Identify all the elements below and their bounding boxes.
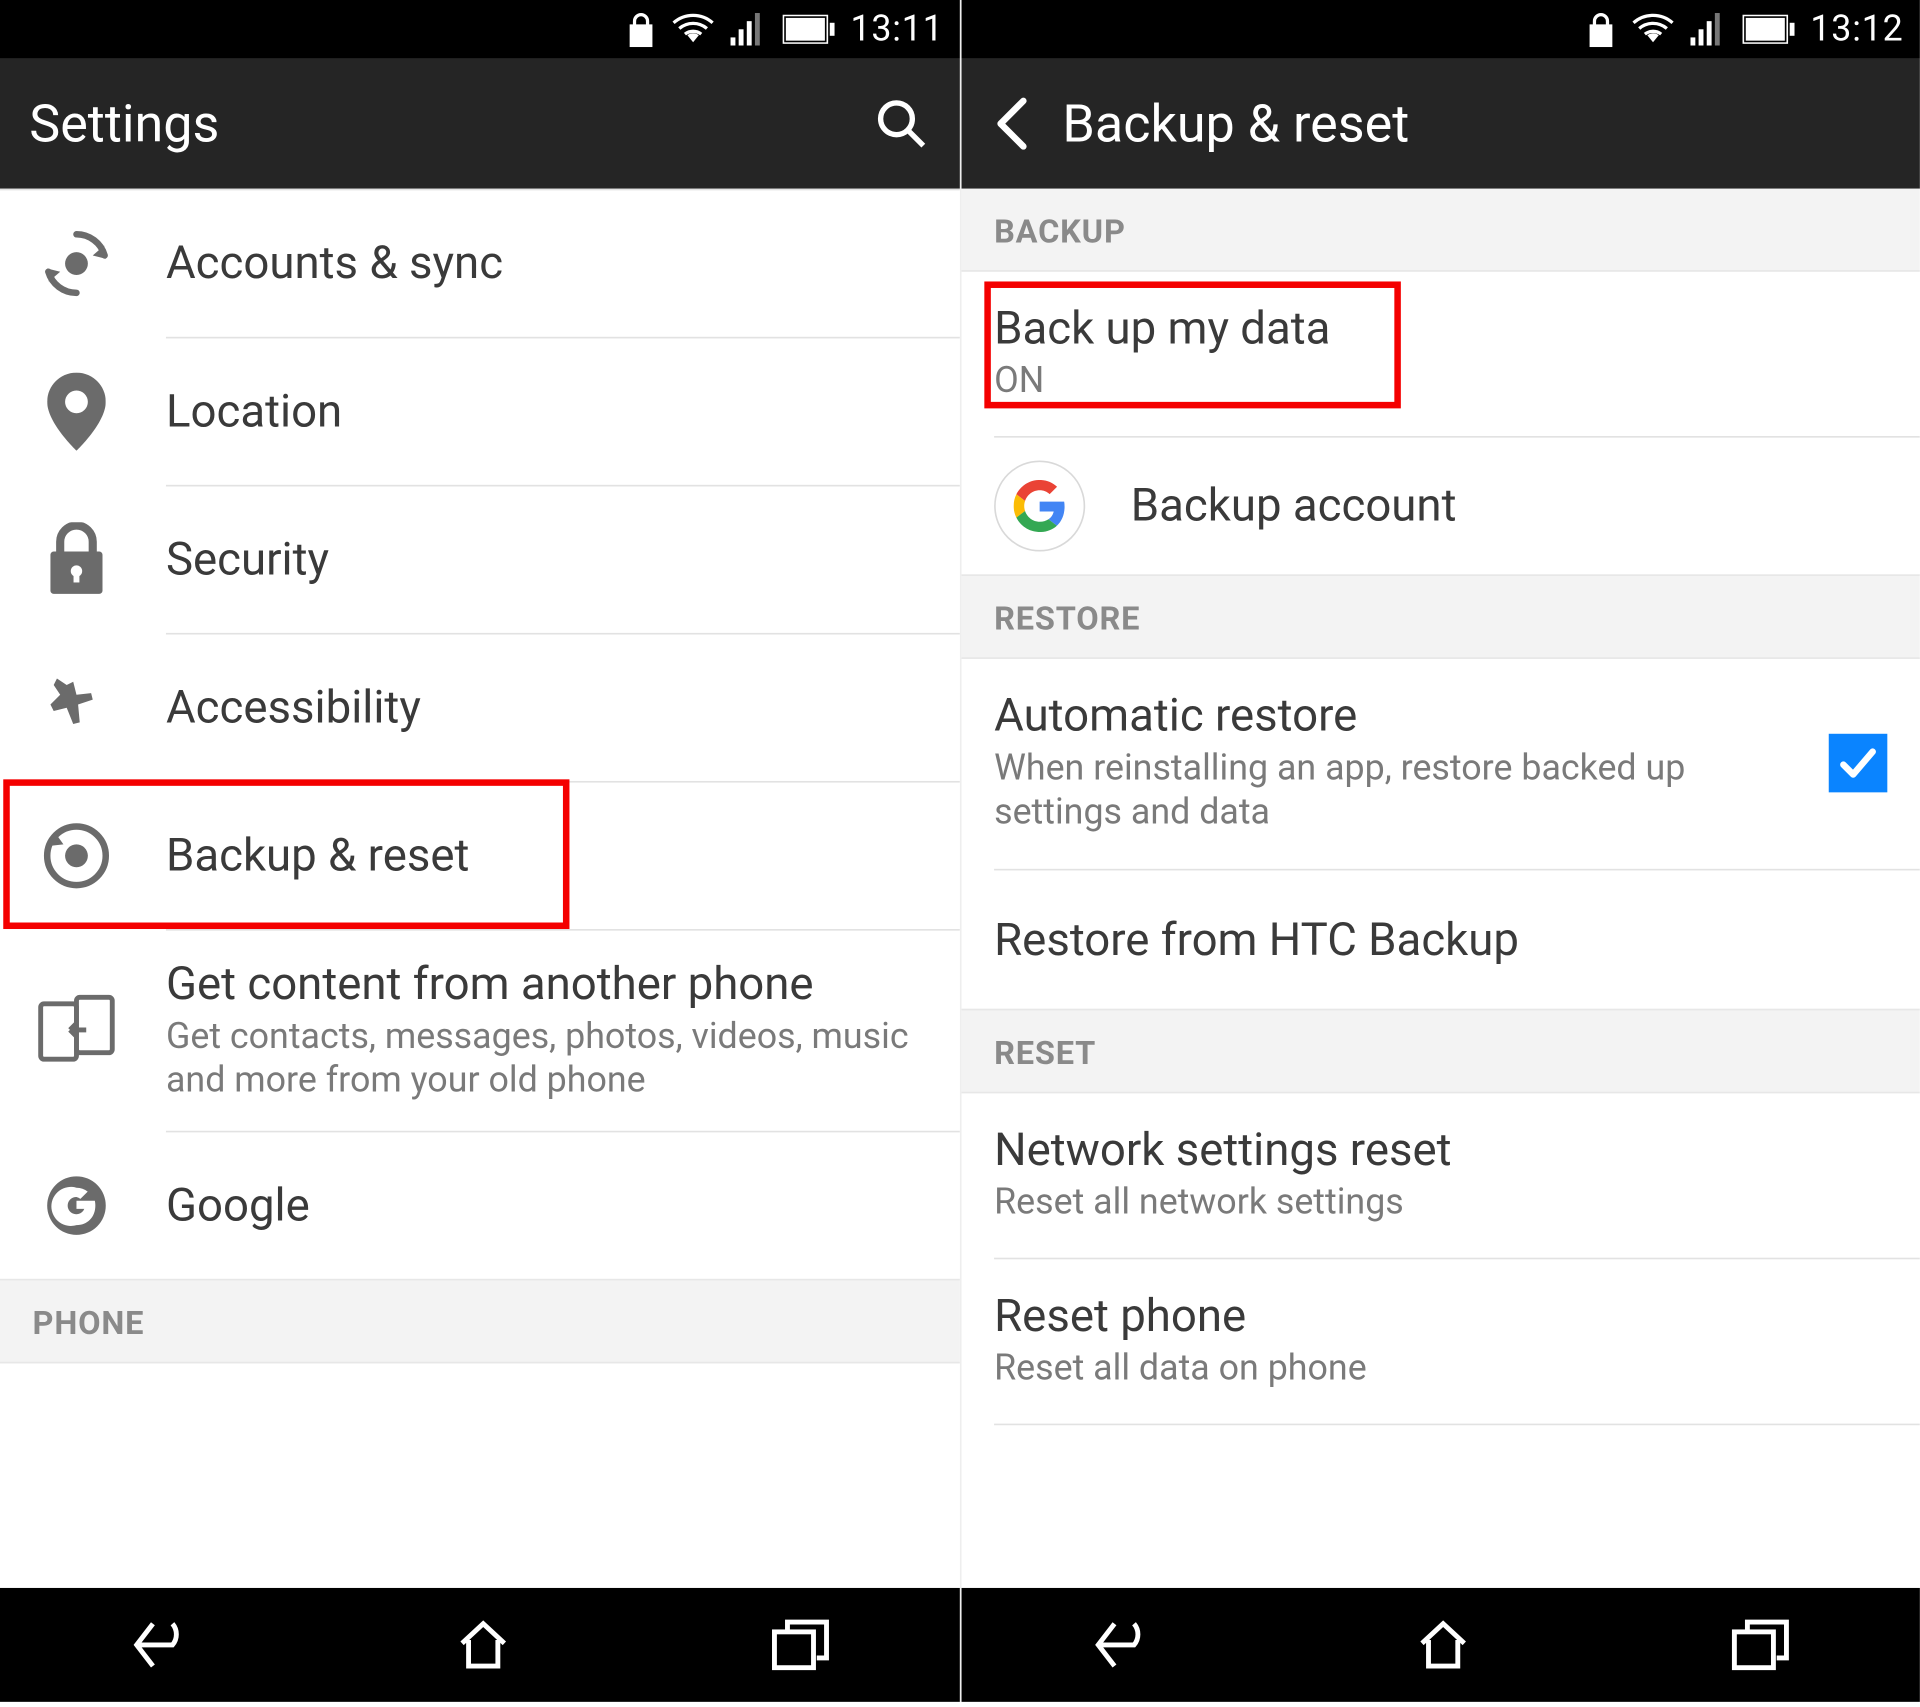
signal-icon	[1690, 13, 1726, 46]
item-reset-phone[interactable]: Reset phone Reset all data on phone	[962, 1260, 1920, 1424]
item-title: Reset phone	[994, 1289, 1887, 1344]
item-title: Network settings reset	[994, 1123, 1887, 1178]
item-subtitle: Reset all network settings	[994, 1181, 1710, 1226]
item-subtitle: ON	[994, 359, 1710, 404]
google-g-icon	[33, 1169, 121, 1241]
battery-icon	[1742, 15, 1794, 44]
statusbar-left: 13:11	[0, 0, 960, 59]
item-backup-account[interactable]: Backup account	[962, 438, 1920, 575]
item-backup-my-data[interactable]: Back up my data ON	[962, 272, 1920, 436]
settings-item-get-content[interactable]: Get content from another phone Get conta…	[0, 931, 960, 1130]
settings-item-label: Accounts & sync	[166, 236, 921, 291]
item-title: Automatic restore	[994, 688, 1887, 743]
settings-item-subtitle: Get contacts, messages, photos, videos, …	[166, 1015, 921, 1104]
nav-recent-icon[interactable]	[1731, 1619, 1790, 1671]
backup-reset-list: BACKUP Back up my data ON Backup account…	[962, 189, 1920, 1588]
backup-reset-icon	[33, 818, 121, 893]
status-time: 13:12	[1810, 9, 1903, 50]
settings-item-label: Security	[166, 532, 921, 587]
battery-icon	[782, 15, 834, 44]
item-restore-htc[interactable]: Restore from HTC Backup	[962, 870, 1920, 1009]
back-icon[interactable]	[991, 94, 1033, 153]
settings-item-google[interactable]: Google	[0, 1132, 960, 1278]
actionbar-backup-reset: Backup & reset	[962, 59, 1920, 189]
settings-item-accessibility[interactable]: Accessibility	[0, 635, 960, 781]
search-icon[interactable]	[872, 94, 931, 153]
hand-icon	[33, 672, 121, 744]
lock-icon	[1586, 11, 1615, 47]
section-header-restore: RESTORE	[962, 574, 1920, 659]
settings-list: Accounts & sync Location Security	[0, 189, 960, 1588]
nav-recent-icon[interactable]	[771, 1619, 830, 1671]
navbar-left	[0, 1588, 960, 1702]
section-header-backup: BACKUP	[962, 189, 1920, 272]
settings-item-location[interactable]: Location	[0, 338, 960, 484]
checkbox-checked-icon[interactable]	[1829, 734, 1888, 793]
settings-item-label: Backup & reset	[166, 828, 921, 883]
navbar-right	[962, 1588, 1920, 1702]
lock-icon	[33, 522, 121, 597]
section-header-phone: PHONE	[0, 1278, 960, 1363]
settings-item-label: Google	[166, 1178, 921, 1233]
item-subtitle: Reset all data on phone	[994, 1347, 1710, 1392]
nav-home-icon[interactable]	[456, 1617, 511, 1672]
item-network-reset[interactable]: Network settings reset Reset all network…	[962, 1094, 1920, 1258]
page-title: Settings	[29, 93, 843, 155]
settings-item-backup-reset[interactable]: Backup & reset	[0, 783, 960, 929]
phone-settings-main: 13:11 Settings Accounts & sync	[0, 0, 960, 1702]
statusbar-right: 13:12	[962, 0, 1920, 59]
wifi-icon	[671, 13, 713, 46]
item-title: Back up my data	[994, 301, 1887, 356]
settings-item-accounts-sync[interactable]: Accounts & sync	[0, 190, 960, 336]
item-subtitle: When reinstalling an app, restore backed…	[994, 746, 1710, 835]
item-title: Backup account	[1131, 479, 1457, 534]
nav-back-icon[interactable]	[130, 1617, 195, 1672]
sync-icon	[33, 226, 121, 301]
item-title: Restore from HTC Backup	[994, 912, 1887, 967]
item-automatic-restore[interactable]: Automatic restore When reinstalling an a…	[962, 659, 1920, 868]
google-logo-icon	[994, 461, 1085, 552]
status-time: 13:11	[850, 9, 943, 50]
settings-item-title: Get content from another phone	[166, 957, 921, 1012]
location-pin-icon	[33, 373, 121, 451]
phone-backup-reset: 13:12 Backup & reset BACKUP Back up my d…	[960, 0, 1920, 1702]
signal-icon	[730, 13, 766, 46]
actionbar-settings: Settings	[0, 59, 960, 189]
nav-back-icon[interactable]	[1091, 1617, 1156, 1672]
settings-item-label: Location	[166, 384, 921, 439]
settings-item-security[interactable]: Security	[0, 486, 960, 632]
nav-home-icon[interactable]	[1416, 1617, 1471, 1672]
lock-icon	[626, 11, 655, 47]
page-title: Backup & reset	[1062, 93, 1890, 155]
section-header-reset: RESET	[962, 1009, 1920, 1094]
settings-item-label: Accessibility	[166, 680, 921, 735]
wifi-icon	[1631, 13, 1673, 46]
divider	[994, 1424, 1920, 1426]
transfer-phone-icon	[33, 995, 121, 1067]
